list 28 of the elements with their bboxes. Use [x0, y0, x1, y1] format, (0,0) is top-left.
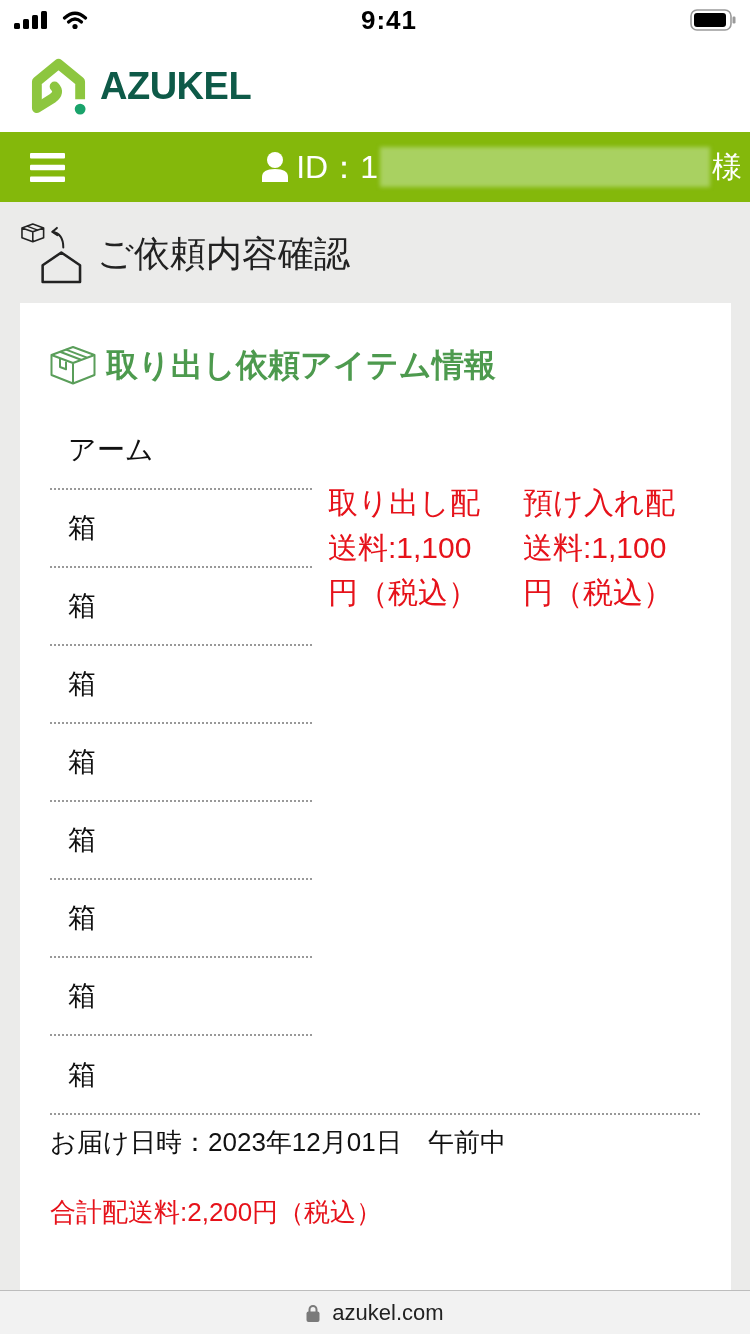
battery-icon [690, 9, 736, 31]
total-fee-text: 合計配送料:2,200円（税込） [50, 1197, 384, 1227]
url-text[interactable]: azukel.com [332, 1301, 444, 1324]
item-label: 箱 [68, 826, 96, 854]
item-label: 箱 [68, 514, 96, 542]
fee-text: 取り出し配送料:1,100円（税込） [328, 485, 481, 611]
fee-text: 預け入れ配送料:1,100円（税込） [523, 485, 676, 611]
wifi-icon [62, 10, 88, 30]
box-icon [50, 345, 96, 385]
delivery-date-text: お届け日時：2023年12月01日 午前中 [50, 1127, 507, 1157]
item-label: 箱 [68, 670, 96, 698]
item-label: 箱 [68, 748, 96, 776]
item-label: 箱 [68, 592, 96, 620]
card-title: 取り出し依頼アイテム情報 [106, 349, 496, 381]
box-house-icon [20, 222, 82, 284]
logo-icon [30, 57, 88, 115]
page-title: ご依頼内容確認 [97, 236, 350, 272]
user-id-label: ID：1 [296, 151, 378, 183]
lock-icon [306, 1303, 321, 1322]
item-label: アーム [68, 436, 154, 464]
user-icon [262, 152, 289, 182]
item-label: 箱 [68, 982, 96, 1010]
item-label: 箱 [68, 904, 96, 932]
signal-icon [14, 11, 47, 29]
honorific-label: 様 [712, 152, 742, 182]
status-time: 9:41 [360, 7, 417, 33]
item-label: 箱 [68, 1060, 96, 1089]
brand-name: AZUKEL [100, 67, 252, 105]
